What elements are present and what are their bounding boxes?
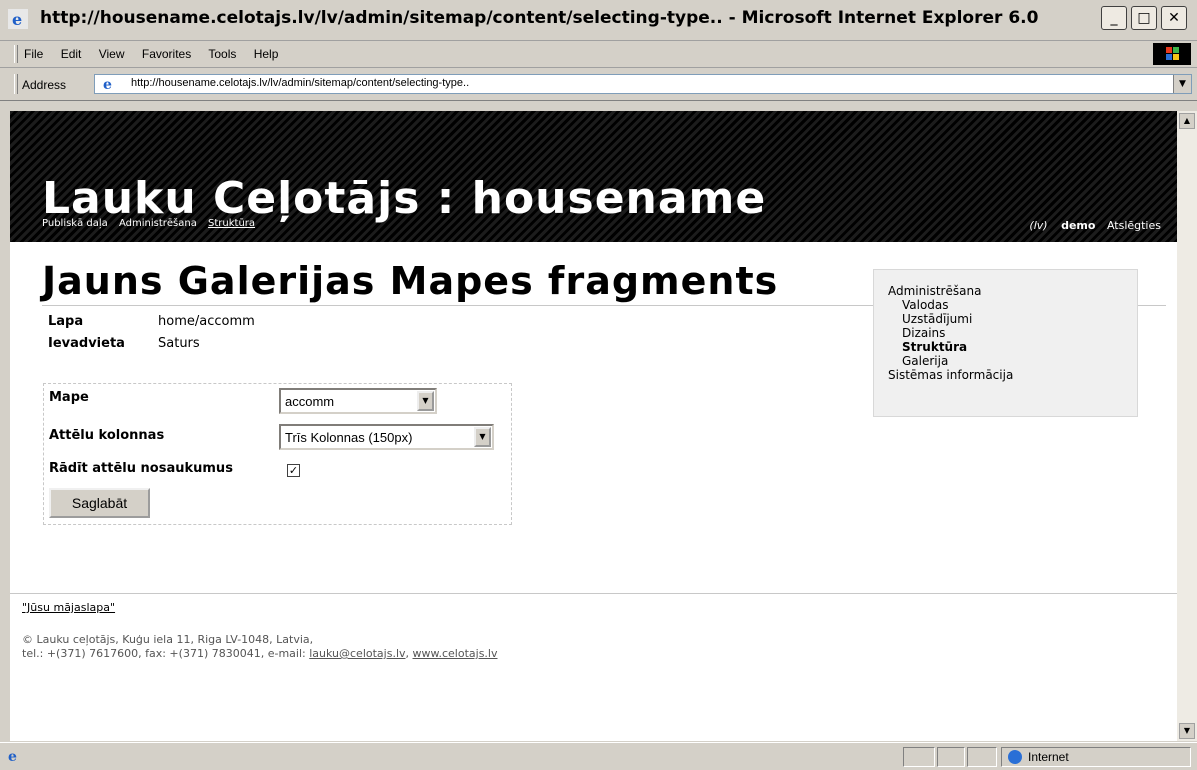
- address-bar: Address e http://housename.celotajs.lv/l…: [0, 68, 1197, 101]
- username: demo: [1061, 219, 1096, 232]
- site-header: Lauku Ceļotājs : housename Publiskā daļa…: [10, 111, 1177, 242]
- address-label: Address: [22, 78, 67, 92]
- meta-row-page: Lapa home/accomm: [48, 314, 255, 336]
- website-link[interactable]: www.celotajs.lv: [413, 647, 498, 660]
- columns-select-value: Trīs Kolonnas (150px): [285, 430, 413, 445]
- site-title: Lauku Ceļotājs : housename: [42, 173, 767, 224]
- nav-public[interactable]: Publiskā daļa: [42, 218, 108, 229]
- toolbar-grip[interactable]: [14, 74, 18, 94]
- admin-sidebar: Administrēšana Valodas Uzstādījumi Dizai…: [873, 269, 1138, 417]
- meta-row-placement: Ievadvieta Saturs: [48, 336, 255, 358]
- chevron-down-icon[interactable]: ▼: [417, 391, 434, 411]
- nav-structure[interactable]: Struktūra: [208, 218, 255, 229]
- footer-address: © Lauku ceļotājs, Kuģu iela 11, Riga LV-…: [22, 633, 314, 646]
- window-title: http://housename.celotajs.lv/lv/admin/si…: [40, 8, 1039, 28]
- address-input[interactable]: e http://housename.celotajs.lv/lv/admin/…: [94, 74, 1192, 94]
- svg-text:e: e: [12, 10, 22, 29]
- close-button[interactable]: ✕: [1161, 6, 1187, 30]
- folder-label: Mape: [49, 390, 89, 405]
- svg-text:e: e: [8, 749, 17, 764]
- footer-contact: © Lauku ceļotājs, Kuģu iela 11, Riga LV-…: [22, 633, 498, 661]
- save-button[interactable]: Saglabāt: [49, 488, 150, 518]
- show-names-checkbox[interactable]: ✓: [287, 464, 300, 477]
- footer-phone-line: tel.: +(371) 7617600, fax: +(371) 783004…: [22, 647, 498, 661]
- page-title: Jauns Galerijas Mapes fragments: [42, 259, 779, 303]
- sidebar-item-design[interactable]: Dizains: [888, 326, 1137, 340]
- meta-key: Ievadvieta: [48, 336, 125, 351]
- gallery-fragment-form: Mape accomm ▼ Attēlu kolonnas Trīs Kolon…: [43, 383, 512, 525]
- status-panel: [903, 747, 935, 767]
- menu-items: File Edit View Favorites Tools Help: [24, 47, 292, 61]
- sidebar-title[interactable]: Administrēšana: [888, 284, 1137, 298]
- folder-select[interactable]: accomm ▼: [279, 388, 437, 414]
- status-bar: e Internet: [0, 742, 1197, 770]
- address-dropdown-button[interactable]: ▼: [1173, 75, 1191, 93]
- window-frame-left: [0, 111, 10, 741]
- title-bar: e http://housename.celotajs.lv/lv/admin/…: [0, 0, 1197, 41]
- globe-icon: [1008, 750, 1022, 764]
- scroll-up-button[interactable]: ▲: [1179, 113, 1195, 129]
- meta-value: home/accomm: [158, 314, 255, 329]
- menu-tools[interactable]: Tools: [208, 47, 236, 61]
- sidebar-item-settings[interactable]: Uzstādījumi: [888, 312, 1137, 326]
- toolbar-grip[interactable]: [14, 45, 18, 63]
- sidebar-item-languages[interactable]: Valodas: [888, 298, 1137, 312]
- svg-text:e: e: [103, 77, 112, 92]
- status-panel: [937, 747, 965, 767]
- show-names-label: Rādīt attēlu nosaukumus: [49, 461, 233, 476]
- email-link[interactable]: lauku@celotajs.lv: [309, 647, 405, 660]
- sidebar-item-system-info[interactable]: Sistēmas informācija: [888, 368, 1137, 382]
- menu-file[interactable]: File: [24, 47, 43, 61]
- page-meta: Lapa home/accomm Ievadvieta Saturs: [48, 314, 255, 358]
- security-zone: Internet: [1001, 747, 1191, 767]
- sidebar-item-gallery[interactable]: Galerija: [888, 354, 1137, 368]
- ie-icon: e: [8, 9, 28, 29]
- top-nav: Publiskā daļa Administrēšana Struktūra: [42, 218, 263, 229]
- page-icon: e: [103, 77, 112, 92]
- status-panel: [967, 747, 997, 767]
- footer-phone: tel.: +(371) 7617600, fax: +(371) 783004…: [22, 647, 310, 660]
- meta-key: Lapa: [48, 314, 84, 329]
- menu-help[interactable]: Help: [254, 47, 279, 61]
- menu-view[interactable]: View: [99, 47, 125, 61]
- browser-window: e http://housename.celotajs.lv/lv/admin/…: [0, 0, 1197, 770]
- footer-divider: [10, 593, 1177, 594]
- scroll-down-button[interactable]: ▼: [1179, 723, 1195, 739]
- logout-link[interactable]: Atslēgties: [1107, 219, 1161, 232]
- user-box: (lv) demo Atslēgties: [1029, 219, 1161, 232]
- meta-value: Saturs: [158, 336, 200, 351]
- folder-select-value: accomm: [285, 394, 335, 409]
- columns-select[interactable]: Trīs Kolonnas (150px) ▼: [279, 424, 494, 450]
- minimize-button[interactable]: _: [1101, 6, 1127, 30]
- vertical-scrollbar[interactable]: ▲ ▼: [1177, 111, 1197, 741]
- footer-separator: ,: [405, 647, 413, 660]
- chevron-down-icon[interactable]: ▼: [474, 427, 491, 447]
- columns-label: Attēlu kolonnas: [49, 428, 165, 443]
- windows-logo-icon: [1153, 43, 1191, 65]
- menu-favorites[interactable]: Favorites: [142, 47, 191, 61]
- page-status-icon: e: [8, 749, 17, 764]
- sidebar-item-structure[interactable]: Struktūra: [888, 340, 1137, 354]
- zone-label: Internet: [1028, 750, 1069, 764]
- language-indicator[interactable]: (lv): [1029, 219, 1047, 232]
- menu-bar: File Edit View Favorites Tools Help: [0, 41, 1197, 68]
- menu-edit[interactable]: Edit: [61, 47, 82, 61]
- address-url: http://housename.celotajs.lv/lv/admin/si…: [131, 77, 470, 89]
- nav-admin[interactable]: Administrēšana: [119, 218, 197, 229]
- page-viewport: Lauku Ceļotājs : housename Publiskā daļa…: [10, 111, 1177, 741]
- home-page-link[interactable]: "Jūsu mājaslapa": [22, 601, 115, 614]
- maximize-button[interactable]: □: [1131, 6, 1157, 30]
